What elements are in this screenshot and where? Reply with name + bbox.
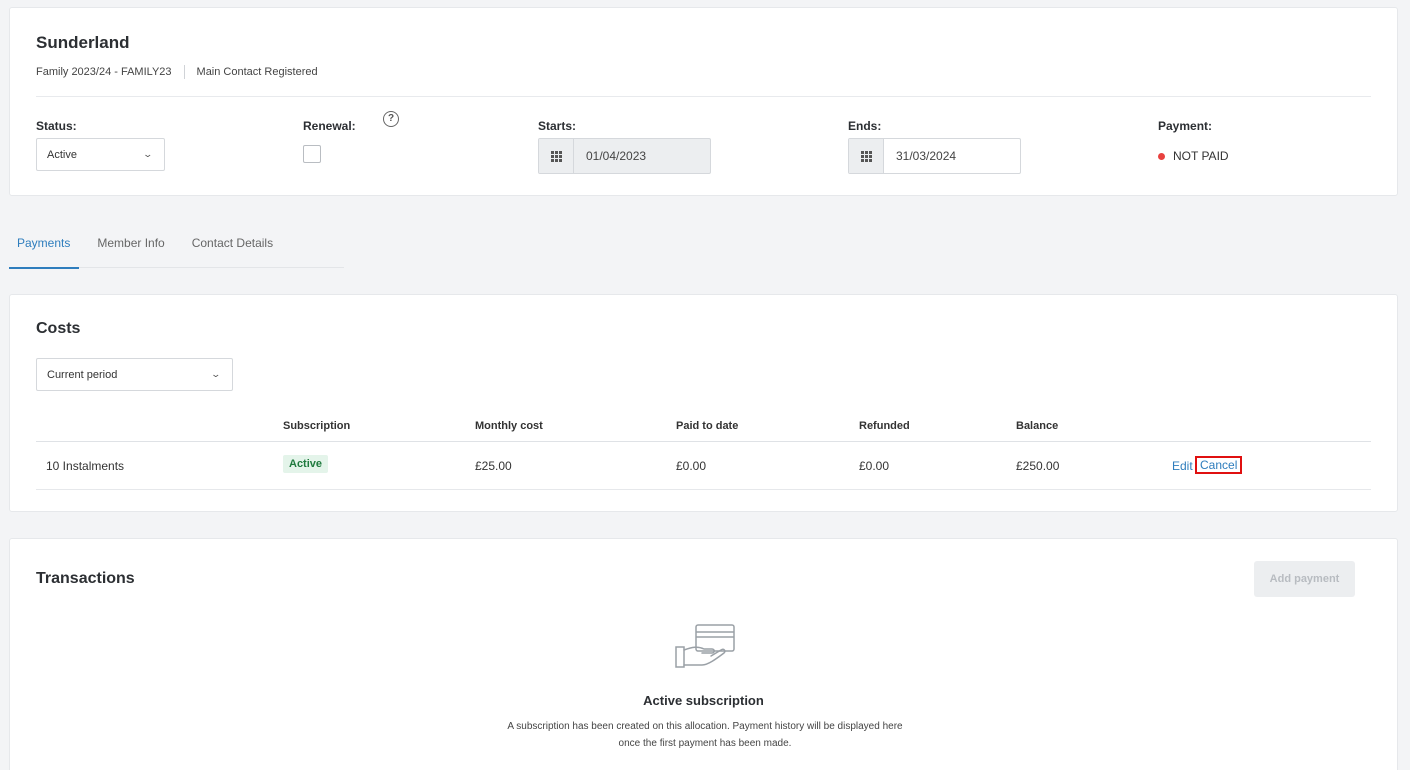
status-label: Status: — [36, 119, 77, 133]
tab-payments[interactable]: Payments — [8, 226, 80, 269]
add-payment-button[interactable]: Add payment — [1254, 561, 1355, 597]
status-select[interactable]: Active ⌄ — [36, 138, 165, 171]
period-select[interactable]: Current period ⌄ — [36, 358, 233, 391]
membership-subtitle: Family 2023/24 - FAMILY23 Main Contact R… — [36, 65, 318, 79]
period-select-value: Current period — [47, 368, 118, 381]
starts-date-field[interactable]: 01/04/2023 — [538, 138, 711, 174]
costs-table-header: Subscription Monthly cost Paid to date R… — [36, 420, 1371, 442]
contact-status: Main Contact Registered — [196, 66, 318, 78]
tab-member-info[interactable]: Member Info — [97, 226, 164, 268]
edit-link[interactable]: Edit — [1172, 459, 1193, 473]
refunded: £0.00 — [859, 459, 890, 473]
plan-name: 10 Instalments — [46, 459, 125, 473]
column-header: Subscription — [283, 420, 351, 432]
status-select-value: Active — [47, 148, 77, 161]
column-header: Balance — [1016, 420, 1059, 432]
help-icon[interactable]: ? — [383, 111, 399, 127]
ends-label: Ends: — [848, 119, 882, 133]
payment-status: NOT PAID — [1158, 149, 1229, 163]
empty-state-title: Active subscription — [643, 693, 764, 708]
starts-date-value: 01/04/2023 — [586, 149, 647, 163]
ends-date-field[interactable]: 31/03/2024 — [848, 138, 1021, 174]
cancel-link[interactable]: Cancel — [1195, 456, 1243, 474]
balance: £250.00 — [1016, 459, 1060, 473]
club-name: Sunderland — [36, 33, 130, 52]
payment-label: Payment: — [1158, 119, 1213, 133]
status-dot-icon — [1158, 152, 1165, 160]
renewal-checkbox[interactable] — [303, 145, 321, 163]
column-header: Refunded — [859, 420, 910, 432]
costs-title: Costs — [36, 320, 81, 337]
tab-contact-details[interactable]: Contact Details — [192, 226, 273, 268]
starts-label: Starts: — [538, 119, 577, 133]
divider — [183, 65, 185, 79]
column-header: Paid to date — [676, 420, 739, 432]
calendar-icon[interactable] — [539, 139, 574, 173]
chevron-down-icon: ⌄ — [142, 149, 154, 159]
table-row: 10 Instalments Active £25.00 £0.00 £0.00… — [36, 442, 1371, 490]
membership-header-card: Sunderland Family 2023/24 - FAMILY23 Mai… — [9, 7, 1398, 196]
chevron-down-icon: ⌄ — [210, 369, 222, 379]
transactions-title: Transactions — [36, 570, 135, 587]
column-header: Monthly cost — [475, 420, 543, 432]
monthly-cost: £25.00 — [475, 459, 512, 473]
ends-date-value: 31/03/2024 — [896, 149, 957, 163]
payment-status-value: NOT PAID — [1173, 149, 1229, 163]
header-divider — [36, 96, 1371, 97]
renewal-label: Renewal: — [303, 119, 356, 133]
card-in-hand-icon — [675, 624, 735, 668]
costs-card: Costs Current period ⌄ Subscription Mont… — [9, 294, 1398, 512]
status-badge: Active — [283, 455, 329, 473]
transactions-card: Transactions Add payment Active subscrip… — [9, 538, 1398, 770]
calendar-icon[interactable] — [849, 139, 884, 173]
membership-name: Family 2023/24 - FAMILY23 — [36, 66, 172, 78]
empty-state-text: A subscription has been created on this … — [507, 721, 903, 749]
tab-bar: Payments Member Info Contact Details — [8, 226, 344, 269]
paid-to-date: £0.00 — [676, 459, 707, 473]
